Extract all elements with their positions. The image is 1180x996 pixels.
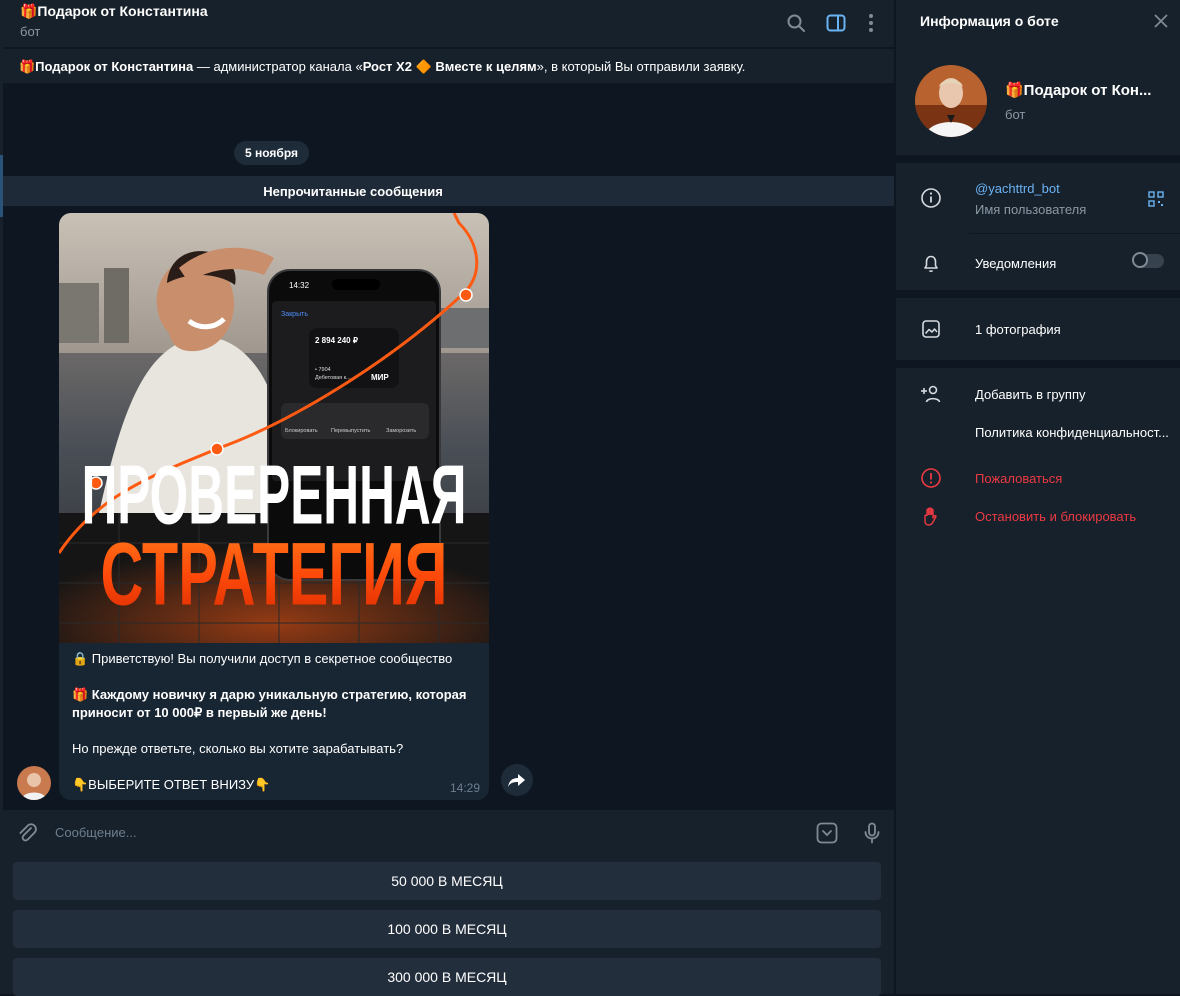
message-line-1: 🔒 Приветствую! Вы получили доступ в секр… xyxy=(72,651,453,666)
admin-notice: 🎁Подарок от Константина — администратор … xyxy=(3,48,894,83)
bot-keyboard-icon[interactable] xyxy=(815,821,839,845)
date-pill: 5 ноября xyxy=(234,141,310,165)
notice-channel-name[interactable]: Рост Х2 🔶 Вместе к целям xyxy=(363,59,537,74)
admin-notice-text: 🎁Подарок от Константина — администратор … xyxy=(19,59,745,75)
notifications-toggle[interactable] xyxy=(1132,252,1164,268)
message-input[interactable]: Сообщение... xyxy=(55,825,137,840)
info-icon xyxy=(921,188,941,208)
bell-icon xyxy=(924,255,938,273)
bot-keyboard: 50 000 В МЕСЯЦ 100 000 В МЕСЯЦ 300 000 В… xyxy=(3,856,894,996)
chat-title[interactable]: 🎁Подарок от Константина xyxy=(20,3,208,20)
phone-card-digits: • 7904 xyxy=(315,367,331,373)
chat-header[interactable]: 🎁Подарок от Константина бот xyxy=(3,0,894,47)
bot-name: 🎁Подарок от Кон... xyxy=(1005,82,1152,99)
privacy-policy[interactable]: Политика конфиденциальност... xyxy=(975,425,1169,440)
sender-avatar[interactable] xyxy=(17,766,51,800)
image-icon xyxy=(922,320,940,338)
chat-subtitle: бот xyxy=(20,24,41,39)
separator xyxy=(896,290,1180,298)
sidebar-toggle-icon[interactable] xyxy=(824,11,848,35)
qr-icon[interactable] xyxy=(1148,191,1164,207)
message-line-4: 👇ВЫБЕРИТЕ ОТВЕТ ВНИЗУ👇 xyxy=(72,777,271,792)
block-action[interactable]: Остановить и блокировать xyxy=(975,509,1136,524)
bot-avatar[interactable] xyxy=(915,65,987,137)
close-icon[interactable] xyxy=(1153,13,1169,29)
mic-icon[interactable] xyxy=(860,821,884,845)
message-photo[interactable]: 14:32 Закрыть 2 894 240 ₽ • 7904 Дебетов… xyxy=(59,213,489,643)
phone-brand: МИР xyxy=(371,373,389,382)
composer: Сообщение... xyxy=(3,810,894,856)
notice-end: », в который Вы отправили заявку. xyxy=(536,59,746,74)
separator xyxy=(896,360,1180,368)
phone-time: 14:32 xyxy=(289,281,310,290)
panel-title: Информация о боте xyxy=(920,13,1059,29)
message-bubble[interactable]: 14:32 Закрыть 2 894 240 ₽ • 7904 Дебетов… xyxy=(59,213,489,800)
phone-action-2: Перевыпустить xyxy=(331,428,371,434)
phone-card-type: Дебетовая к... xyxy=(315,375,351,381)
message-time: 14:29 xyxy=(449,781,480,795)
unread-divider: Непрочитанные сообщения xyxy=(3,176,894,206)
phone-amount: 2 894 240 ₽ xyxy=(315,336,358,345)
notice-bot-name: 🎁Подарок от Константина xyxy=(19,59,194,74)
forward-button[interactable] xyxy=(501,764,533,796)
photo-title-line-2: СТРАТЕГИЯ xyxy=(100,524,447,624)
message-line-3: Но прежде ответьте, сколько вы хотите за… xyxy=(72,741,404,756)
unread-label: Непрочитанные сообщения xyxy=(263,184,443,199)
info-panel: Информация о боте 🎁Подарок от Кон... бот… xyxy=(895,0,1180,994)
photos-row[interactable]: 1 фотография xyxy=(975,322,1061,337)
more-icon[interactable] xyxy=(859,11,883,35)
add-to-group[interactable]: Добавить в группу xyxy=(975,387,1086,402)
separator xyxy=(896,155,1180,163)
bot-type: бот xyxy=(1005,107,1026,122)
hand-icon xyxy=(924,507,937,526)
phone-close: Закрыть xyxy=(281,311,308,318)
notifications-label: Уведомления xyxy=(975,256,1057,271)
warning-icon xyxy=(921,468,941,488)
reply-button-300000[interactable]: 300 000 В МЕСЯЦ xyxy=(13,958,881,996)
search-icon[interactable] xyxy=(784,11,808,35)
attach-icon[interactable] xyxy=(15,821,39,845)
username-label: Имя пользователя xyxy=(975,202,1087,217)
message-line-2: 🎁 Каждому новичку я дарю уникальную стра… xyxy=(72,687,467,720)
username-value[interactable]: @yachttrd_bot xyxy=(975,181,1060,196)
toggle-knob xyxy=(1132,252,1148,268)
phone-action-1: Блокировать xyxy=(285,428,318,434)
row-divider xyxy=(969,233,1180,234)
reply-button-100000[interactable]: 100 000 В МЕСЯЦ xyxy=(13,910,881,948)
reply-button-50000[interactable]: 50 000 В МЕСЯЦ xyxy=(13,862,881,900)
forward-icon xyxy=(508,774,525,787)
add-user-icon xyxy=(921,385,941,403)
message-text: 🔒 Приветствую! Вы получили доступ в секр… xyxy=(72,650,482,800)
phone-action-3: Заморозить xyxy=(386,428,416,434)
notice-middle: — администратор канала « xyxy=(193,59,363,74)
report-action[interactable]: Пожаловаться xyxy=(975,471,1062,486)
